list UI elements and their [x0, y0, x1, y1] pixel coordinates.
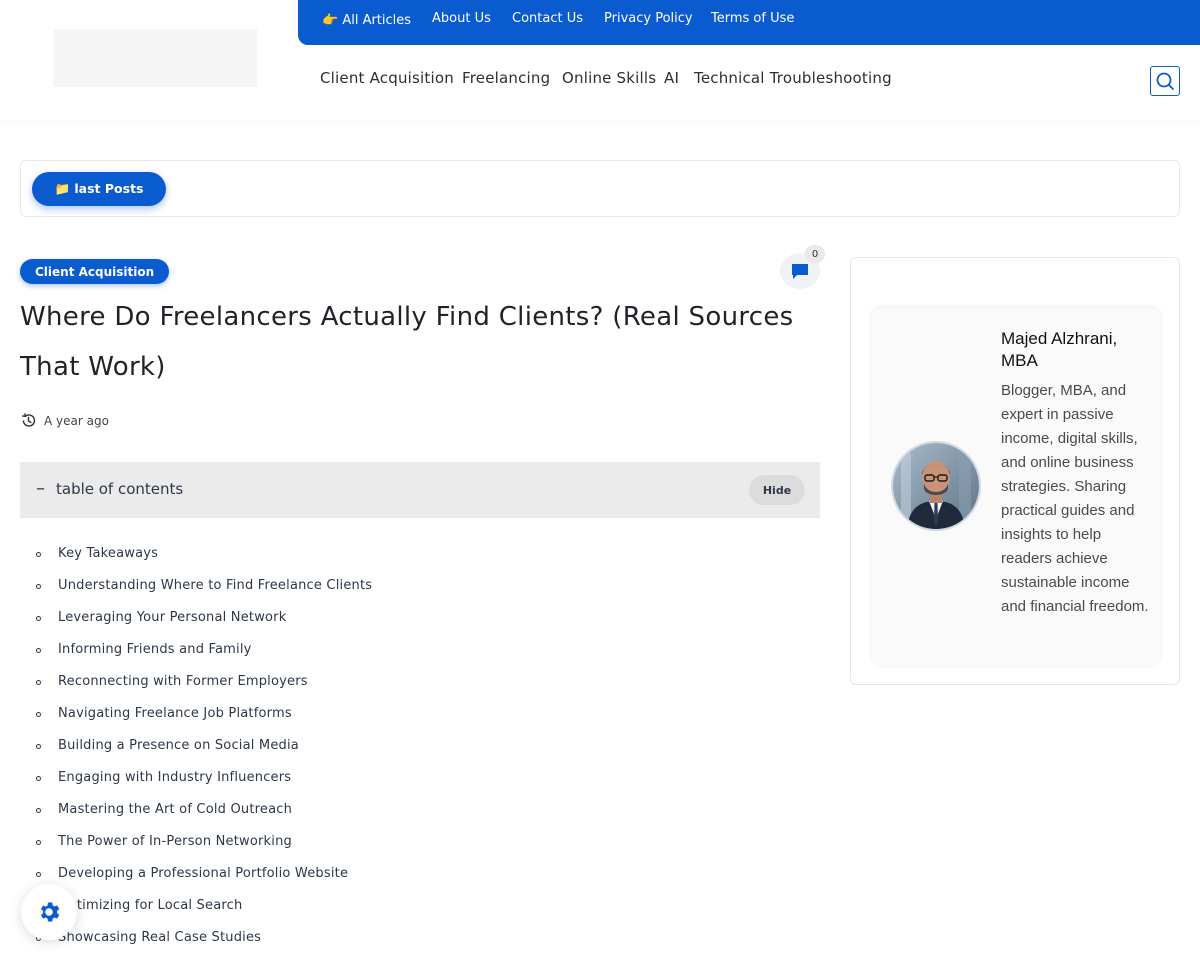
toc-toggle-icon[interactable]: – [36, 478, 45, 499]
comment-counter[interactable]: 0 [780, 245, 825, 291]
comment-icon [792, 264, 808, 279]
topbar-link-all-articles[interactable]: 👉 All Articles [322, 13, 411, 28]
gear-icon [40, 902, 60, 922]
settings-button[interactable] [21, 884, 77, 940]
site-logo[interactable] [53, 29, 257, 87]
toc-title: table of contents [56, 480, 184, 498]
toc-link[interactable]: Developing a Professional Portfolio Webs… [58, 866, 348, 881]
toc-link[interactable]: Optimizing for Local Search [58, 898, 242, 913]
toc-link[interactable]: Mastering the Art of Cold Outreach [58, 802, 292, 817]
bullet-icon [36, 679, 41, 685]
bullet-icon [36, 775, 41, 781]
bullet-icon [36, 743, 41, 749]
table-of-contents-header[interactable]: – table of contents Hide [20, 462, 820, 518]
toc-link[interactable]: Reconnecting with Former Employers [58, 674, 308, 689]
bullet-icon [36, 807, 41, 813]
list-item[interactable]: Key Takeaways [36, 537, 372, 569]
bullet-icon [36, 583, 41, 589]
nav-item-ai[interactable]: AI [664, 69, 679, 87]
last-posts-button[interactable]: 📁 last Posts [32, 172, 166, 206]
nav-item-technical-troubleshooting[interactable]: Technical Troubleshooting [694, 69, 892, 87]
search-icon [1156, 72, 1174, 90]
category-badge[interactable]: Client Acquisition [20, 259, 170, 284]
toc-link[interactable]: Navigating Freelance Job Platforms [58, 706, 292, 721]
list-item[interactable]: Optimizing for Local Search [36, 889, 372, 921]
list-item[interactable]: Leveraging Your Personal Network [36, 601, 372, 633]
list-item[interactable]: Reconnecting with Former Employers [36, 665, 372, 697]
search-button[interactable] [1150, 66, 1180, 96]
article-title: Where Do Freelancers Actually Find Clien… [20, 302, 794, 382]
topbar-link-privacy-policy[interactable]: Privacy Policy [604, 11, 693, 26]
toc-link[interactable]: The Power of In-Person Networking [58, 834, 292, 849]
bullet-icon [36, 839, 41, 845]
list-item[interactable]: Informing Friends and Family [36, 633, 372, 665]
author-bio: Blogger, MBA, and expert in passive inco… [1001, 382, 1149, 615]
toc-link[interactable]: Key Takeaways [58, 546, 158, 561]
list-item[interactable]: Navigating Freelance Job Platforms [36, 697, 372, 729]
author-name[interactable]: Majed Alzhrani, MBA [1001, 328, 1151, 372]
comment-count-badge: 0 [805, 245, 825, 263]
bullet-icon [36, 647, 41, 653]
last-posts-bar: 📁 last Posts [20, 160, 1180, 217]
article-date: A year ago [44, 413, 109, 428]
toc-list: Key Takeaways Understanding Where to Fin… [36, 537, 372, 953]
list-item[interactable]: Understanding Where to Find Freelance Cl… [36, 569, 372, 601]
list-item[interactable]: Engaging with Industry Influencers [36, 761, 372, 793]
nav-item-freelancing[interactable]: Freelancing [462, 69, 550, 87]
author-avatar[interactable] [891, 441, 981, 531]
list-item[interactable]: Developing a Professional Portfolio Webs… [36, 857, 372, 889]
toc-link[interactable]: Engaging with Industry Influencers [58, 770, 291, 785]
toc-link[interactable]: Building a Presence on Social Media [58, 738, 299, 753]
list-item[interactable]: The Power of In-Person Networking [36, 825, 372, 857]
toc-link[interactable]: Showcasing Real Case Studies [58, 930, 261, 945]
topbar-link-about-us[interactable]: About Us [432, 11, 491, 26]
toc-link[interactable]: Informing Friends and Family [58, 642, 252, 657]
toc-link[interactable]: Understanding Where to Find Freelance Cl… [58, 578, 372, 593]
article-meta: A year ago [20, 412, 109, 429]
list-item[interactable]: Mastering the Art of Cold Outreach [36, 793, 372, 825]
history-icon [21, 413, 36, 427]
list-item[interactable]: Building a Presence on Social Media [36, 729, 372, 761]
sidebar: Majed Alzhrani, MBA Blogger, MBA, and ex… [850, 257, 1180, 685]
topbar-link-terms-of-use[interactable]: Terms of Use [711, 11, 794, 26]
bullet-icon [36, 615, 41, 621]
toc-hide-button[interactable]: Hide [749, 475, 805, 505]
list-item[interactable]: Showcasing Real Case Studies [36, 921, 372, 953]
site-header: 👉 All Articles About Us Contact Us Priva… [0, 0, 1200, 120]
bullet-icon [36, 711, 41, 717]
top-bar: 👉 All Articles About Us Contact Us Priva… [298, 0, 1200, 45]
bullet-icon [36, 871, 41, 877]
nav-item-online-skills[interactable]: Online Skills [562, 69, 656, 87]
bullet-icon [36, 551, 41, 557]
author-card: Majed Alzhrani, MBA Blogger, MBA, and ex… [871, 308, 1161, 666]
toc-link[interactable]: Leveraging Your Personal Network [58, 610, 286, 625]
topbar-link-contact-us[interactable]: Contact Us [512, 11, 583, 26]
nav-item-client-acquisition[interactable]: Client Acquisition [320, 69, 454, 87]
